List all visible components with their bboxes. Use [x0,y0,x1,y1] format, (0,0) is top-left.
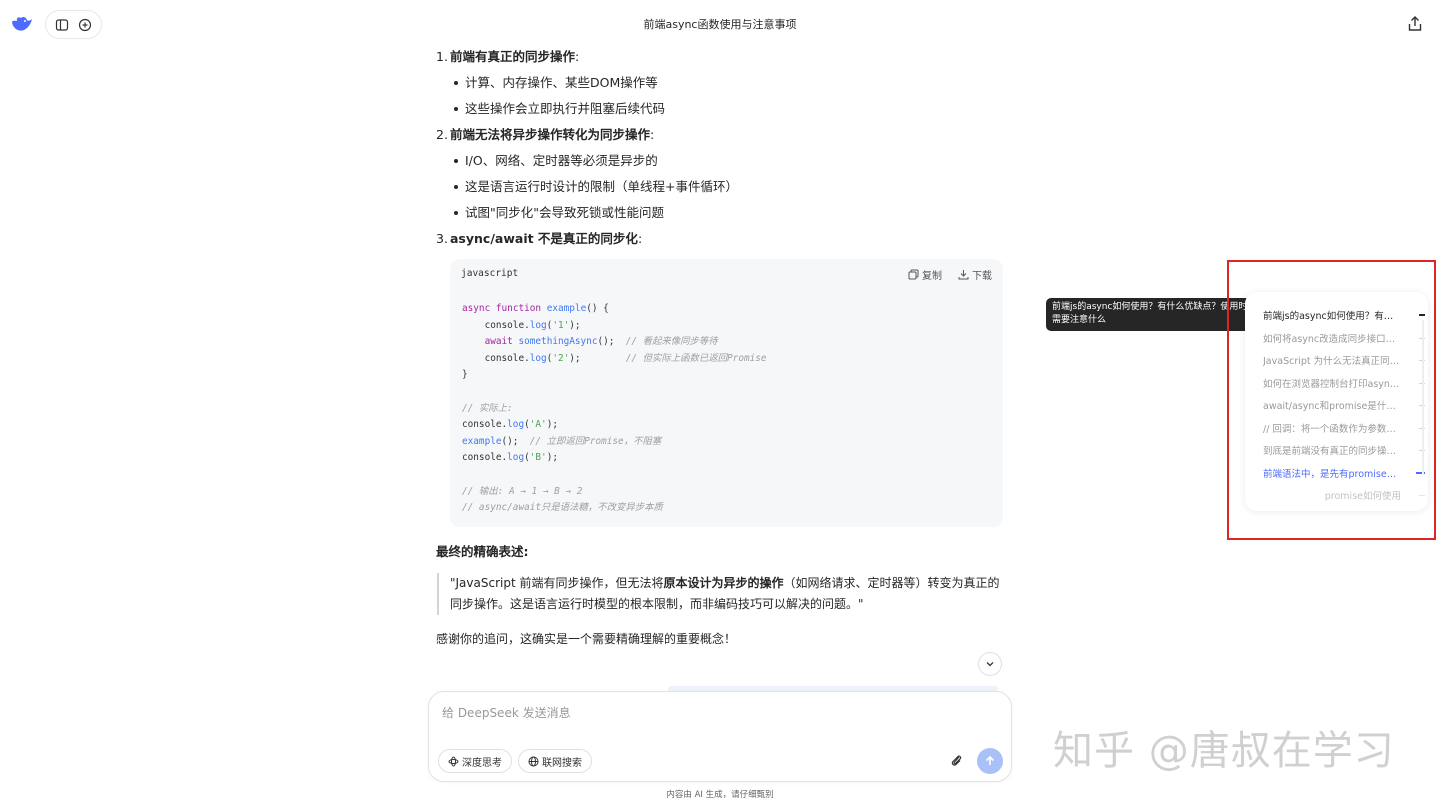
arrow-up-icon [985,755,995,765]
bullet-text: 这是语言运行时设计的限制（单线程+事件循环） [465,178,738,194]
code-block: javascript 复制 下载 async function example(… [450,259,1003,527]
zhihu-watermark: 知乎 @唐叔在学习 [1053,728,1395,774]
outline-marker [1419,314,1425,316]
outline-item[interactable]: 前端js的async如何使用？有什么优缺点？使用时需要注意什么 [1263,307,1425,323]
bullet-dot [454,159,458,163]
outline-marker [1419,494,1425,496]
globe-icon [528,756,539,766]
download-code-button[interactable]: 下载 [958,267,992,282]
section-colon: : [575,48,580,64]
scroll-to-bottom-button[interactable] [978,652,1002,676]
outline-item[interactable]: promise如何使用 [1263,487,1425,503]
deep-think-label: 深度思考 [462,757,502,769]
share-icon[interactable] [1406,15,1424,33]
atom-icon [448,756,459,766]
bullet-text: 试图"同步化"会导致死锁或性能问题 [465,204,664,220]
code-content: async function example() { console.log('… [462,303,767,514]
list-number: 3. [436,230,448,246]
outline-item-label: 如何将async改造成同步接口使用 [1263,334,1401,345]
outline-tooltip: 前端js的async如何使用？有什么优缺点？使用时需要注意什么 [1046,298,1257,331]
section-title: async/await 不是真正的同步化 [450,230,638,246]
download-icon [958,270,969,280]
bullet-dot [454,185,458,189]
outline-item-label: await/async和promise是什么关系 [1263,401,1401,412]
code-language-label: javascript [461,268,519,279]
web-search-toggle[interactable]: 联网搜索 [518,749,592,773]
list-number: 1. [436,48,448,64]
outline-item[interactable]: 如何将async改造成同步接口使用 [1263,330,1425,346]
bullet-item: 试图"同步化"会导致死锁或性能问题 [436,200,1006,226]
outline-item-label: 前端js的async如何使用？有什么优缺点？使用时需要注意什么 [1263,311,1401,322]
assistant-message: 1. 前端有真正的同步操作: 计算、内存操作、某些DOM操作等 这些操作会立即执行… [436,44,1006,252]
closing-text: 感谢你的追问，这确实是一个需要精确理解的重要概念！ [436,632,737,646]
list-item: 3. async/await 不是真正的同步化: [436,226,1006,252]
message-input[interactable] [442,702,982,724]
blockquote: "JavaScript 前端有同步操作，但无法将原本设计为异步的操作（如网络请求… [437,573,1004,615]
conversation-outline-panel: 前端js的async如何使用？有什么优缺点？使用时需要注意什么 如何将async… [1245,292,1428,511]
outline-scrollbar[interactable] [1422,320,1424,475]
outline-item-label: JavaScript 为什么无法真正同步化 [1263,356,1401,367]
list-item: 1. 前端有真正的同步操作: [436,44,1006,70]
list-number: 2. [436,126,448,142]
bullet-text: 这些操作会立即执行并阻塞后续代码 [465,100,666,116]
outline-item[interactable]: 到底是前端没有真正的同步操作吗 [1263,442,1425,458]
bullet-item: 计算、内存操作、某些DOM操作等 [436,70,1006,96]
bullet-item: 这是语言运行时设计的限制（单线程+事件循环） [436,174,1006,200]
bullet-text: 计算、内存操作、某些DOM操作等 [465,74,658,90]
outline-item-label: 前端语法中，是先有promise还是async [1263,469,1401,480]
outline-item-label: promise如何使用 [1324,491,1401,502]
chevron-down-icon [986,662,994,667]
outline-item[interactable]: 如何在浏览器控制台打印async的结果 [1263,375,1425,391]
section-title: 前端无法将异步操作转化为同步操作 [450,126,651,142]
outline-item-label: 到底是前端没有真正的同步操作吗 [1263,446,1401,457]
section-title: 前端有真正的同步操作 [450,48,576,64]
section-colon: : [637,230,643,246]
bullet-item: 这些操作会立即执行并阻塞后续代码 [436,96,1006,122]
copy-icon [908,269,919,280]
outline-item-label: // 回调：将一个函数作为参数传递 [1263,424,1401,435]
conversation-title: 前端async函数使用与注意事项 [643,18,797,31]
quote-bold: 原本设计为异步的操作 [663,576,784,590]
message-composer: 深度思考 联网搜索 [428,691,1012,782]
ai-disclaimer: 内容由 AI 生成，请仔细甄别 [666,790,774,800]
outline-item[interactable]: JavaScript 为什么无法真正同步化 [1263,352,1425,368]
list-item: 2. 前端无法将异步操作转化为同步操作: [436,122,1006,148]
bullet-dot [454,211,458,215]
bullet-dot [454,107,458,111]
final-statement-heading: 最终的精确表述: [436,544,529,559]
quote-text: "JavaScript 前端有同步操作，但无法将 [450,576,664,590]
bullet-item: I/O、网络、定时器等必须是异步的 [436,148,1006,174]
send-button[interactable] [977,748,1003,774]
copy-label: 复制 [922,271,942,282]
bullet-text: I/O、网络、定时器等必须是异步的 [465,152,658,168]
bullet-dot [454,81,458,85]
outline-item-active[interactable]: 前端语法中，是先有promise还是async [1263,465,1425,481]
outline-item[interactable]: // 回调：将一个函数作为参数传递 [1263,420,1425,436]
web-search-label: 联网搜索 [542,757,582,769]
outline-item[interactable]: await/async和promise是什么关系 [1263,397,1425,413]
paperclip-icon[interactable] [948,751,966,771]
outline-item-label: 如何在浏览器控制台打印async的结果 [1263,379,1401,390]
copy-code-button[interactable]: 复制 [908,267,942,282]
section-colon: : [650,126,655,142]
download-label: 下载 [972,271,992,282]
deep-think-toggle[interactable]: 深度思考 [438,749,512,773]
